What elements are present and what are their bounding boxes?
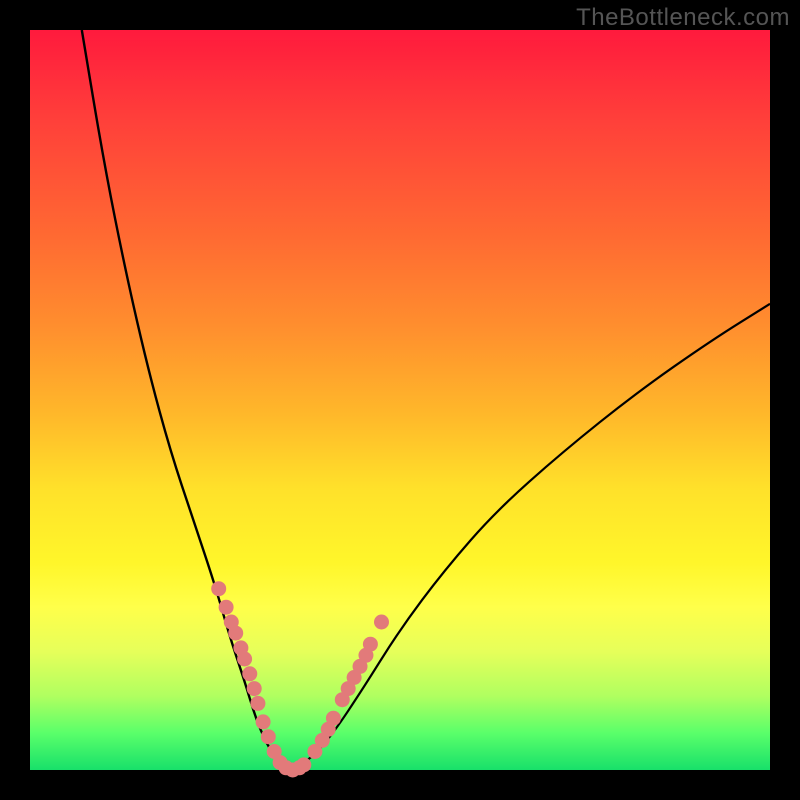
- plot-area: [30, 30, 770, 770]
- watermark-text: TheBottleneck.com: [576, 4, 790, 32]
- data-dot: [228, 626, 243, 641]
- right-branch-path: [289, 304, 770, 770]
- data-dot: [237, 652, 252, 667]
- data-dot: [250, 696, 265, 711]
- data-dot: [242, 666, 257, 681]
- dots-group: [211, 581, 389, 777]
- data-dot: [326, 711, 341, 726]
- chart-frame: TheBottleneck.com: [0, 0, 800, 800]
- data-dot: [374, 615, 389, 630]
- data-dot: [363, 637, 378, 652]
- curve-svg: [30, 30, 770, 770]
- data-dot: [211, 581, 226, 596]
- data-dot: [256, 714, 271, 729]
- left-branch-path: [82, 30, 289, 770]
- data-dot: [219, 600, 234, 615]
- data-dot: [296, 757, 311, 772]
- data-dot: [247, 681, 262, 696]
- data-dot: [261, 729, 276, 744]
